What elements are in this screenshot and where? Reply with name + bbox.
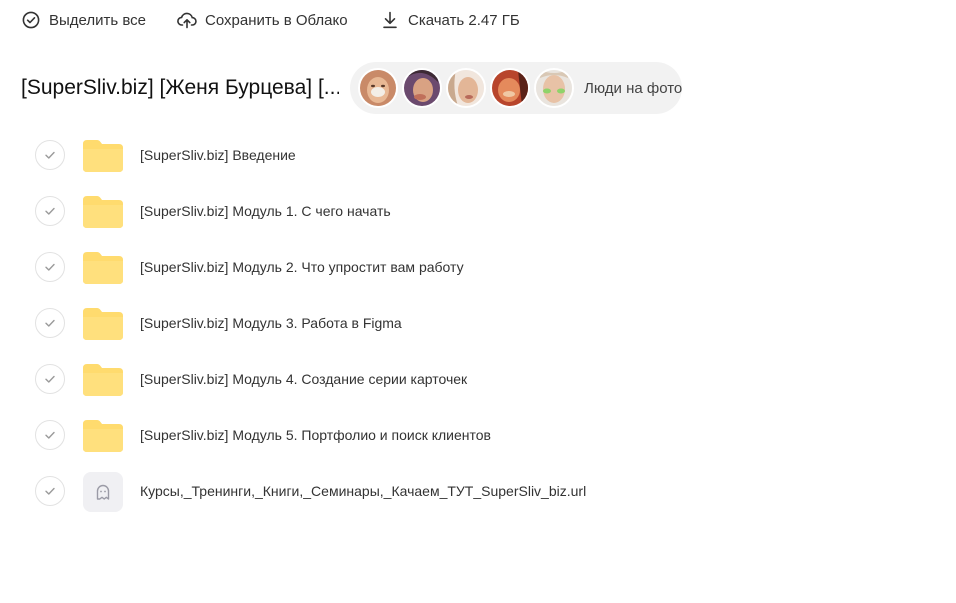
file-list: [SuperSliv.biz] Введение [SuperSliv.biz]… — [0, 128, 956, 520]
checkmark-icon — [45, 151, 55, 159]
select-all-label: Выделить все — [49, 11, 147, 29]
folder-title: [SuperSliv.biz] [Женя Бурцева] [... — [21, 76, 339, 99]
download-button[interactable]: Скачать 2.47 ГБ — [380, 0, 520, 40]
list-item[interactable]: [SuperSliv.biz] Модуль 1. С чего начать — [0, 184, 956, 240]
file-name: [SuperSliv.biz] Модуль 5. Портфолио и по… — [140, 427, 491, 443]
file-name: [SuperSliv.biz] Модуль 1. С чего начать — [140, 203, 391, 219]
select-checkbox[interactable] — [35, 252, 65, 282]
list-item[interactable]: [SuperSliv.biz] Модуль 4. Создание серии… — [0, 352, 956, 408]
list-item[interactable]: [SuperSliv.biz] Модуль 2. Что упростит в… — [0, 240, 956, 296]
file-name: [SuperSliv.biz] Введение — [140, 147, 296, 163]
people-on-photo-button[interactable]: Люди на фото — [350, 62, 682, 114]
select-checkbox[interactable] — [35, 196, 65, 226]
file-name: [SuperSliv.biz] Модуль 2. Что упростит в… — [140, 259, 464, 275]
avatar — [490, 68, 530, 108]
list-item[interactable]: [SuperSliv.biz] Введение — [0, 128, 956, 184]
file-name: [SuperSliv.biz] Модуль 4. Создание серии… — [140, 371, 468, 387]
list-item[interactable]: [SuperSliv.biz] Модуль 5. Портфолио и по… — [0, 408, 956, 464]
folder-icon — [83, 304, 123, 344]
download-label: Скачать 2.47 ГБ — [408, 11, 520, 29]
checkmark-icon — [45, 431, 55, 439]
folder-icon — [83, 416, 123, 456]
file-name: [SuperSliv.biz] Модуль 3. Работа в Figma — [140, 315, 402, 331]
list-item[interactable]: [SuperSliv.biz] Модуль 3. Работа в Figma — [0, 296, 956, 352]
avatar — [358, 68, 398, 108]
download-icon — [380, 10, 400, 30]
cloud-upload-icon — [177, 10, 197, 30]
select-checkbox[interactable] — [35, 140, 65, 170]
avatar — [534, 68, 574, 108]
checkmark-icon — [45, 375, 55, 383]
list-item[interactable]: Курсы,_Тренинги,_Книги,_Семинары,_Качаем… — [0, 464, 956, 520]
avatar — [446, 68, 486, 108]
checkmark-icon — [45, 207, 55, 215]
checkmark-icon — [45, 263, 55, 271]
save-to-cloud-button[interactable]: Сохранить в Облако — [177, 0, 348, 40]
people-on-photo-label: Люди на фото — [584, 79, 683, 97]
avatar — [402, 68, 442, 108]
file-name: Курсы,_Тренинги,_Книги,_Семинары,_Качаем… — [140, 483, 587, 499]
select-all-button[interactable]: Выделить все — [21, 0, 146, 40]
folder-icon — [83, 136, 123, 176]
check-circle-icon — [21, 10, 41, 30]
select-checkbox[interactable] — [35, 308, 65, 338]
save-to-cloud-label: Сохранить в Облако — [205, 11, 348, 29]
link-file-icon — [83, 472, 123, 512]
checkmark-icon — [45, 319, 55, 327]
folder-icon — [83, 192, 123, 232]
folder-icon — [83, 248, 123, 288]
select-checkbox[interactable] — [35, 420, 65, 450]
folder-icon — [83, 360, 123, 400]
checkmark-icon — [45, 487, 55, 495]
avatar-group — [358, 68, 578, 108]
select-checkbox[interactable] — [35, 364, 65, 394]
title-row: [SuperSliv.biz] [Женя Бурцева] [... Люди… — [21, 62, 682, 114]
select-checkbox[interactable] — [35, 476, 65, 506]
